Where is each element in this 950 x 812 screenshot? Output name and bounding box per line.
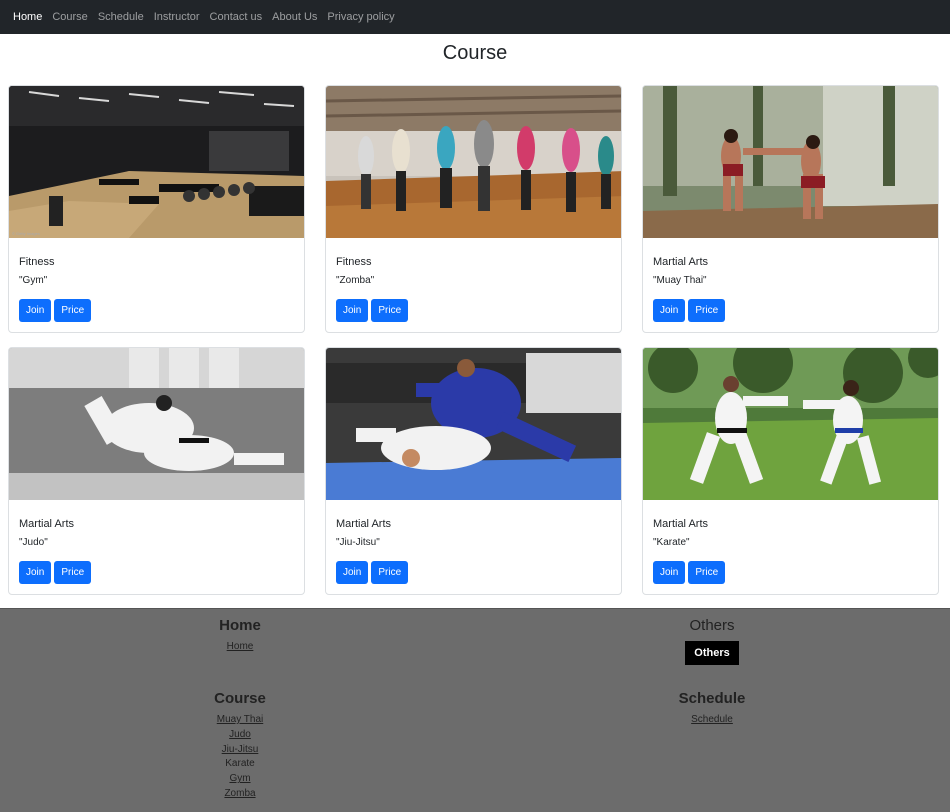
footer-others-section: Others Others <box>662 617 762 665</box>
course-card-jiu-jitsu: Martial Arts "Jiu-Jitsu" Join Price <box>325 347 622 595</box>
jiu-jitsu-photo <box>326 348 621 500</box>
footer-link-zomba[interactable]: Zomba <box>190 787 290 802</box>
footer-link-judo[interactable]: Judo <box>190 728 290 743</box>
footer-link-gym[interactable]: Gym <box>190 772 290 787</box>
footer-home-heading: Home <box>219 617 261 634</box>
footer-text-karate: Karate <box>225 758 255 770</box>
price-button[interactable]: Price <box>54 561 92 584</box>
course-card-karate: Martial Arts "Karate" Join Price <box>642 347 939 595</box>
footer-schedule-link[interactable]: Schedule <box>662 713 762 728</box>
card-title: "Karate" <box>653 537 690 548</box>
join-button[interactable]: Join <box>336 299 369 322</box>
price-button[interactable]: Price <box>688 561 726 584</box>
join-button[interactable]: Join <box>19 561 52 584</box>
card-category: Martial Arts <box>653 256 709 268</box>
footer-link-muay-thai[interactable]: Muay Thai <box>190 713 290 728</box>
footer-home-section: Home Home <box>190 617 290 655</box>
card-title: "Jiu-Jitsu" <box>336 537 380 548</box>
card-title: "Muay Thai" <box>653 275 707 286</box>
price-button[interactable]: Price <box>54 299 92 322</box>
footer-others-heading: Others <box>689 617 735 634</box>
join-button[interactable]: Join <box>336 561 369 584</box>
card-title: "Gym" <box>19 275 48 286</box>
card-category: Martial Arts <box>336 518 392 530</box>
course-card-zomba: Fitness "Zomba" Join Price <box>325 85 622 333</box>
card-category: Fitness <box>336 256 372 268</box>
card-actions: Join Price <box>19 561 92 584</box>
footer-course-section: Course Muay Thai Judo Jiu-Jitsu Karate G… <box>190 690 290 802</box>
card-category: Fitness <box>19 256 55 268</box>
muay-thai-photo <box>643 86 938 238</box>
footer-link-jiu-jitsu[interactable]: Jiu-Jitsu <box>190 743 290 758</box>
footer: Home Home Others Others Course Muay Thai… <box>0 608 950 812</box>
page-title: Course <box>442 42 508 64</box>
join-button[interactable]: Join <box>653 299 686 322</box>
nav-about-us[interactable]: About Us <box>272 11 317 23</box>
judo-throw-photo <box>9 348 304 500</box>
card-title: "Judo" <box>19 537 48 548</box>
card-actions: Join Price <box>336 299 409 322</box>
card-actions: Join Price <box>653 299 726 322</box>
course-card-muay-thai: Martial Arts "Muay Thai" Join Price <box>642 85 939 333</box>
card-actions: Join Price <box>653 561 726 584</box>
price-button[interactable]: Price <box>688 299 726 322</box>
karate-photo <box>643 348 938 500</box>
zumba-class-photo <box>326 86 621 238</box>
footer-schedule-section: Schedule Schedule <box>662 690 762 728</box>
price-button[interactable]: Price <box>371 561 409 584</box>
card-title: "Zomba" <box>336 275 375 286</box>
nav-course[interactable]: Course <box>52 11 87 23</box>
footer-course-heading: Course <box>214 690 266 707</box>
nav-privacy-policy[interactable]: Privacy policy <box>327 11 394 23</box>
course-card-judo: Martial Arts "Judo" Join Price <box>8 347 305 595</box>
gym-photo-watermark: © Getty Images <box>12 231 40 236</box>
card-actions: Join Price <box>336 561 409 584</box>
nav-contact-us[interactable]: Contact us <box>210 11 263 23</box>
price-button[interactable]: Price <box>371 299 409 322</box>
course-card-gym: © Getty Images Fitness "Gym" Join Price <box>8 85 305 333</box>
footer-schedule-heading: Schedule <box>678 690 746 707</box>
nav-home[interactable]: Home <box>13 11 42 23</box>
nav-schedule[interactable]: Schedule <box>98 11 144 23</box>
card-category: Martial Arts <box>653 518 709 530</box>
card-actions: Join Price <box>19 299 92 322</box>
join-button[interactable]: Join <box>19 299 52 322</box>
others-button[interactable]: Others <box>685 641 739 665</box>
join-button[interactable]: Join <box>653 561 686 584</box>
nav-instructor[interactable]: Instructor <box>154 11 200 23</box>
top-navbar: Home Course Schedule Instructor Contact … <box>0 0 950 34</box>
footer-home-link[interactable]: Home <box>190 640 290 655</box>
gym-photo: © Getty Images <box>9 86 304 238</box>
card-category: Martial Arts <box>19 518 75 530</box>
